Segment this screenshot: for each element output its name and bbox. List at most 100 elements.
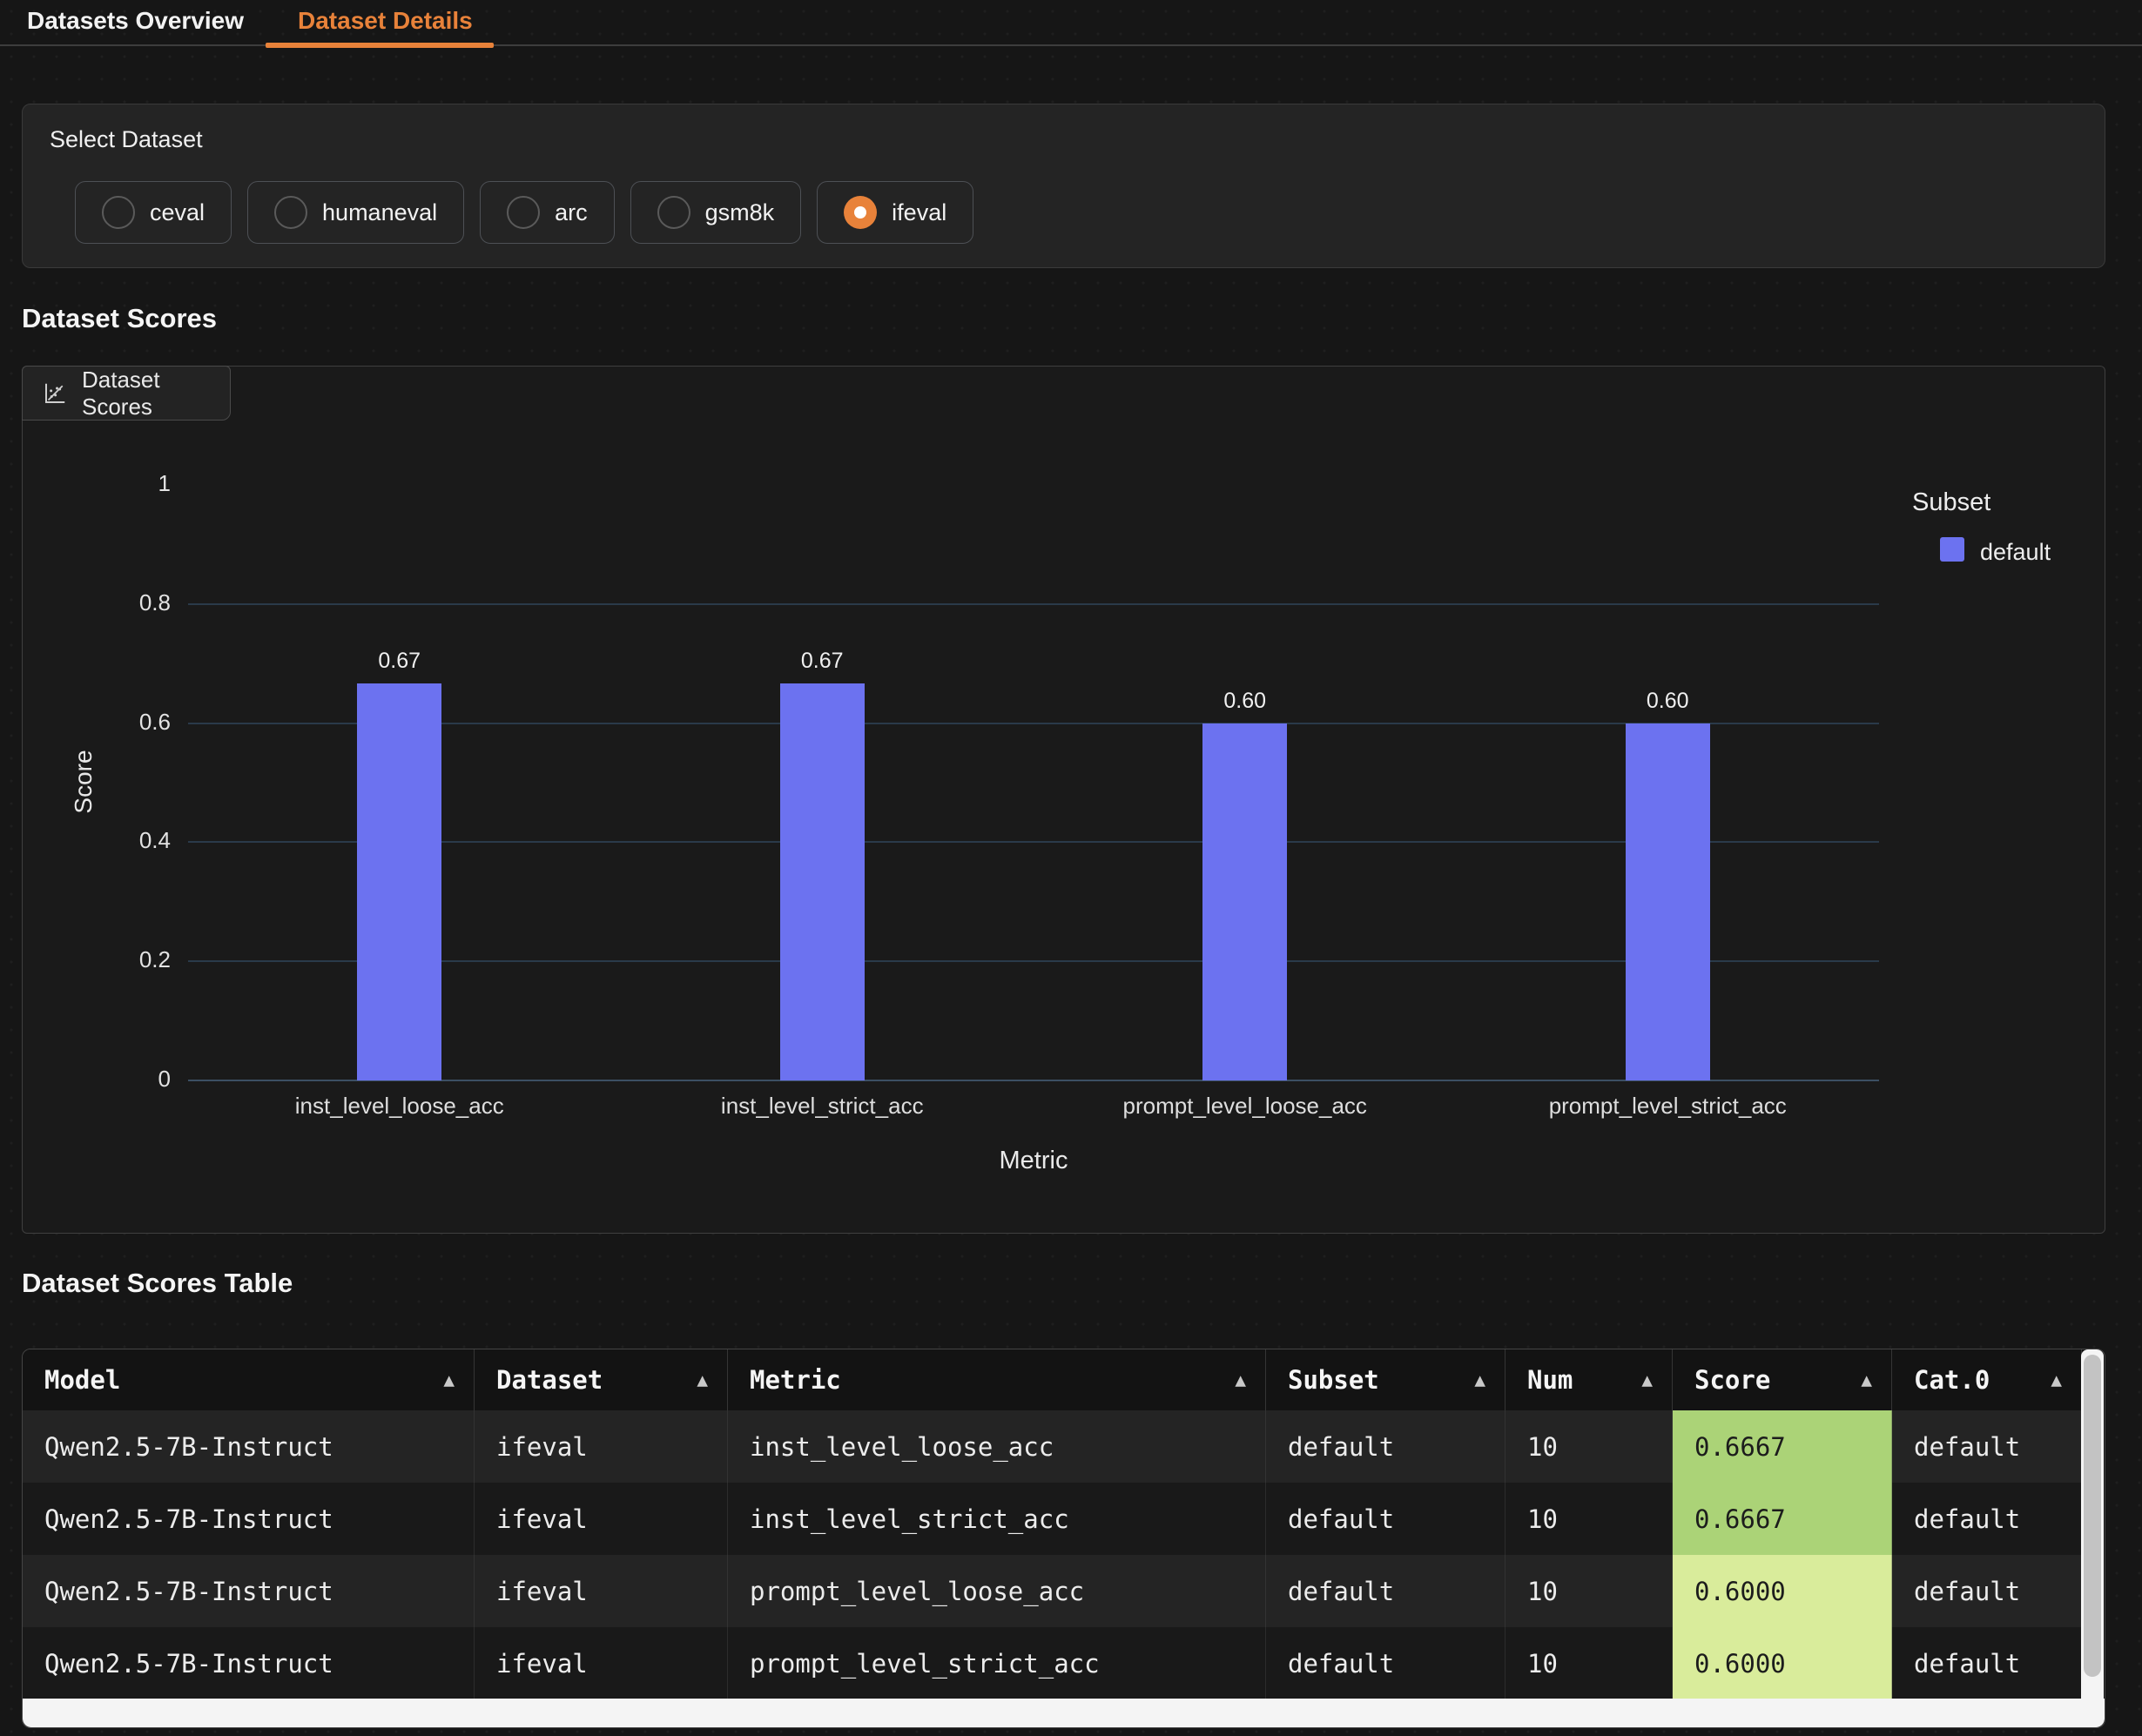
- cell-text: Qwen2.5-7B-Instruct: [23, 1410, 475, 1483]
- cell-text: 10: [1505, 1627, 1673, 1699]
- dataset-radio-group: ceval humaneval arc gsm8k ifeval: [75, 181, 973, 244]
- cell-text: default: [1266, 1483, 1505, 1555]
- table-row: Qwen2.5-7B-Instructifevalinst_level_stri…: [23, 1483, 2082, 1555]
- radio-unselected-icon: [507, 196, 540, 229]
- tab-datasets-overview[interactable]: Datasets Overview: [27, 7, 244, 35]
- dataset-radio-label: ifeval: [892, 199, 946, 226]
- y-tick-label: 0: [66, 1066, 171, 1093]
- top-tab-bar: Datasets Overview Dataset Details: [0, 0, 2142, 46]
- dataset-scores-chart-panel: Dataset Scores 00.20.40.60.81Score0.67in…: [22, 366, 2105, 1234]
- column-header-cat-0[interactable]: Cat.0▲: [1892, 1349, 2082, 1410]
- column-header-label: Model: [44, 1365, 120, 1395]
- bar-inst_level_strict_acc: [780, 683, 865, 1080]
- cell-text: default: [1266, 1627, 1505, 1699]
- bar-inst_level_loose_acc: [357, 683, 441, 1080]
- dataset-radio-label: ceval: [150, 199, 205, 226]
- x-axis-title: Metric: [188, 1147, 1879, 1175]
- cell-text: default: [1892, 1627, 2082, 1699]
- bar-value-label: 0.67: [735, 649, 909, 674]
- bar-value-label: 0.67: [313, 649, 487, 674]
- x-tick-label: prompt_level_strict_acc: [1450, 1093, 1885, 1120]
- dataset-radio-ceval[interactable]: ceval: [75, 181, 232, 244]
- cell-text: prompt_level_strict_acc: [728, 1627, 1266, 1699]
- sort-asc-icon[interactable]: ▲: [2051, 1369, 2062, 1390]
- y-tick-label: 0.4: [66, 827, 171, 854]
- sort-asc-icon[interactable]: ▲: [697, 1369, 708, 1390]
- tab-dataset-details[interactable]: Dataset Details: [298, 7, 473, 35]
- column-header-dataset[interactable]: Dataset ▲: [475, 1349, 728, 1410]
- column-header-label: Score: [1694, 1365, 1770, 1395]
- cell-text: inst_level_strict_acc: [728, 1483, 1266, 1555]
- dataset-scores-table-heading: Dataset Scores Table: [22, 1268, 293, 1299]
- cell-text: ifeval: [475, 1483, 728, 1555]
- x-tick-label: prompt_level_loose_acc: [1027, 1093, 1463, 1120]
- column-header-label: Num: [1527, 1365, 1573, 1395]
- dataset-radio-gsm8k[interactable]: gsm8k: [630, 181, 802, 244]
- cell-text: default: [1892, 1410, 2082, 1483]
- cell-text: default: [1266, 1410, 1505, 1483]
- radio-dot-icon: [854, 206, 866, 219]
- cell-text: 10: [1505, 1555, 1673, 1627]
- chart-tab-label: Dataset Scores: [82, 367, 230, 421]
- gridline: [188, 603, 1879, 605]
- bar-value-label: 0.60: [1580, 689, 1755, 714]
- column-header-metric[interactable]: Metric ▲: [728, 1349, 1266, 1410]
- column-header-num[interactable]: Num ▲: [1505, 1349, 1673, 1410]
- cell-text: ifeval: [475, 1410, 728, 1483]
- column-header-label: Subset: [1288, 1365, 1379, 1395]
- cell-text: inst_level_loose_acc: [728, 1410, 1266, 1483]
- scatter-chart-icon: [42, 380, 68, 407]
- y-tick-label: 1: [66, 470, 171, 497]
- sort-asc-icon[interactable]: ▲: [1641, 1369, 1653, 1390]
- dataset-scores-heading: Dataset Scores: [22, 303, 217, 334]
- sort-asc-icon[interactable]: ▲: [1235, 1369, 1246, 1390]
- column-header-model[interactable]: Model ▲: [23, 1349, 475, 1410]
- select-dataset-label: Select Dataset: [50, 126, 203, 153]
- vertical-scrollbar[interactable]: [2081, 1349, 2104, 1700]
- legend-title: Subset: [1912, 488, 1990, 517]
- cell-text: default: [1892, 1555, 2082, 1627]
- sort-asc-icon[interactable]: ▲: [443, 1369, 455, 1390]
- dataset-radio-label: arc: [555, 199, 588, 226]
- cell-text: Qwen2.5-7B-Instruct: [23, 1555, 475, 1627]
- x-tick-label: inst_level_strict_acc: [604, 1093, 1040, 1120]
- table-row: Qwen2.5-7B-Instructifevalprompt_level_lo…: [23, 1555, 2082, 1627]
- cell-score: 0.6667: [1673, 1483, 1892, 1555]
- radio-unselected-icon: [102, 196, 135, 229]
- vertical-scrollbar-thumb[interactable]: [2084, 1355, 2101, 1677]
- dataset-radio-label: humaneval: [322, 199, 437, 226]
- bar-chart: 00.20.40.60.81Score0.67inst_level_loose_…: [23, 421, 2105, 1233]
- dataset-radio-label: gsm8k: [705, 199, 775, 226]
- cell-text: ifeval: [475, 1627, 728, 1699]
- cell-score: 0.6000: [1673, 1555, 1892, 1627]
- dataset-radio-ifeval[interactable]: ifeval: [817, 181, 973, 244]
- horizontal-scrollbar[interactable]: [23, 1699, 2105, 1727]
- cell-score: 0.6000: [1673, 1627, 1892, 1699]
- cell-text: 10: [1505, 1483, 1673, 1555]
- cell-text: ifeval: [475, 1555, 728, 1627]
- cell-text: Qwen2.5-7B-Instruct: [23, 1483, 475, 1555]
- dataset-radio-arc[interactable]: arc: [480, 181, 615, 244]
- y-tick-label: 0.8: [66, 589, 171, 616]
- dataset-radio-humaneval[interactable]: humaneval: [247, 181, 464, 244]
- y-axis-title: Score: [70, 738, 98, 825]
- dataset-scores-table: Model▲Dataset▲Metric▲Subset▲Num▲Score▲Ca…: [22, 1349, 2105, 1728]
- legend-swatch-default[interactable]: [1940, 537, 1964, 562]
- radio-selected-icon: [844, 196, 877, 229]
- cell-text: default: [1892, 1483, 2082, 1555]
- column-header-score[interactable]: Score ▲: [1673, 1349, 1892, 1410]
- column-header-label: Metric: [750, 1365, 841, 1395]
- x-tick-label: inst_level_loose_acc: [182, 1093, 617, 1120]
- column-header-label: Dataset: [496, 1365, 603, 1395]
- cell-score: 0.6667: [1673, 1410, 1892, 1483]
- table-header-row: Model▲Dataset▲Metric▲Subset▲Num▲Score▲Ca…: [23, 1349, 2082, 1410]
- column-header-subset[interactable]: Subset ▲: [1266, 1349, 1505, 1410]
- chart-tab-dataset-scores[interactable]: Dataset Scores: [22, 366, 231, 421]
- table-row: Qwen2.5-7B-Instructifevalinst_level_loos…: [23, 1410, 2082, 1483]
- table-row: Qwen2.5-7B-Instructifevalprompt_level_st…: [23, 1627, 2082, 1699]
- sort-asc-icon[interactable]: ▲: [1474, 1369, 1485, 1390]
- dataset-details-page: Datasets Overview Dataset Details Select…: [0, 0, 2142, 1736]
- legend-item-label[interactable]: default: [1980, 539, 2051, 566]
- select-dataset-panel: Select Dataset ceval humaneval arc gsm8k ife…: [22, 104, 2105, 268]
- sort-asc-icon[interactable]: ▲: [1861, 1369, 1872, 1390]
